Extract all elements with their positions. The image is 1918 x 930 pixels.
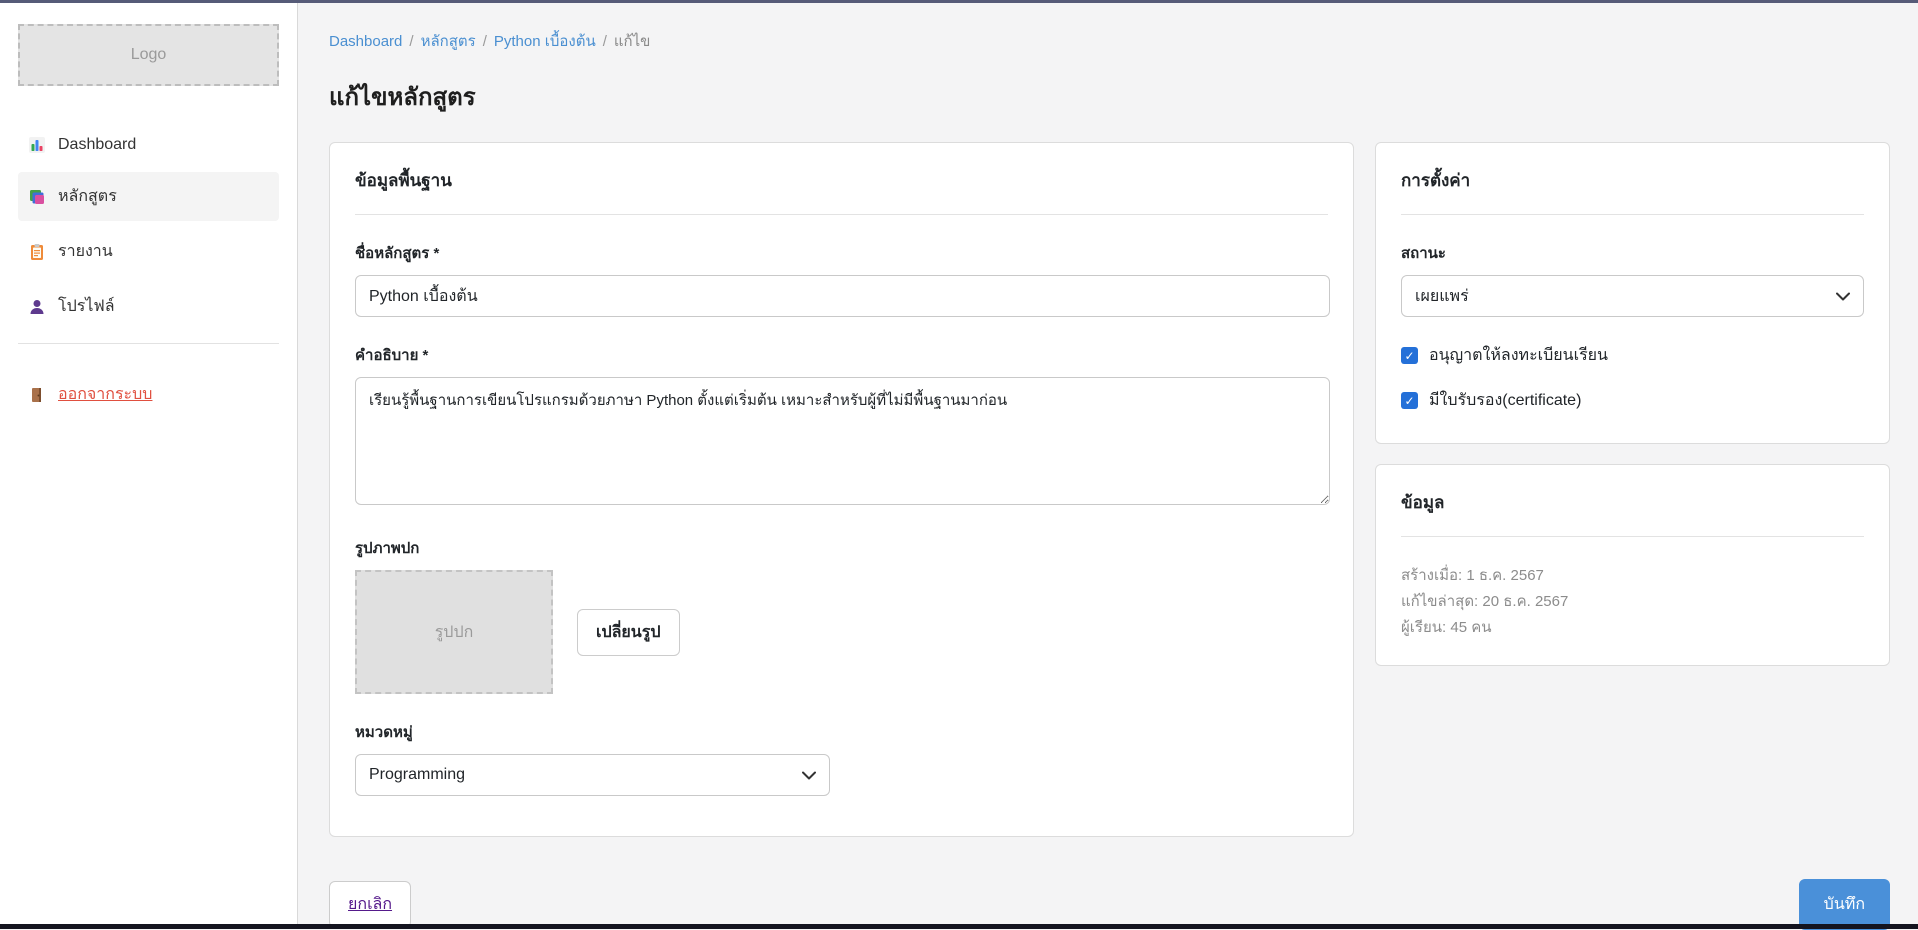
status-field-group: สถานะ เผยแพร่ <box>1401 241 1864 317</box>
chevron-down-icon <box>802 771 816 780</box>
description-label: คำอธิบาย * <box>355 343 1328 367</box>
person-icon <box>28 298 46 316</box>
status-select-value: เผยแพร่ <box>1415 284 1469 309</box>
books-icon <box>28 188 46 206</box>
sidebar-item-reports[interactable]: รายงาน <box>18 227 279 276</box>
category-field-group: หมวดหมู่ Programming <box>355 720 1328 796</box>
logo-placeholder: Logo <box>18 24 279 86</box>
app-root: Logo Dashboard หลักสูตร รายงาน <box>0 3 1918 924</box>
course-name-field-group: ชื่อหลักสูตร * <box>355 241 1328 317</box>
certificate-label[interactable]: มีใบรับรอง(certificate) <box>1429 388 1581 413</box>
category-select[interactable]: Programming <box>355 754 830 796</box>
sidebar-item-label: Dashboard <box>58 136 136 154</box>
breadcrumb-separator: / <box>483 33 487 50</box>
sidebar-item-label: รายงาน <box>58 239 113 264</box>
checkbox-checked-icon[interactable] <box>1401 392 1418 409</box>
right-column: การตั้งค่า สถานะ เผยแพร่ อนุญาตให้ลงทะเบ <box>1375 142 1890 666</box>
card-divider <box>1401 536 1864 537</box>
card-divider <box>355 214 1328 215</box>
change-image-button-label: เปลี่ยนรูป <box>596 620 661 645</box>
door-icon <box>28 386 46 404</box>
logo-text: Logo <box>131 46 167 64</box>
cancel-button[interactable]: ยกเลิก <box>329 881 411 928</box>
sidebar-item-courses[interactable]: หลักสูตร <box>18 172 279 221</box>
settings-card-title: การตั้งค่า <box>1401 167 1864 194</box>
sidebar-item-logout[interactable]: ออกจากระบบ <box>18 370 279 419</box>
description-field-group: คำอธิบาย * เรียนรู้พื้นฐานการเขียนโปรแกร… <box>355 343 1328 510</box>
breadcrumb-separator: / <box>409 33 413 50</box>
breadcrumb-link-courses[interactable]: หลักสูตร <box>421 33 476 50</box>
cancel-button-label: ยกเลิก <box>348 892 392 917</box>
sidebar-item-dashboard[interactable]: Dashboard <box>18 124 279 166</box>
form-actions: ยกเลิก บันทึก <box>329 879 1890 930</box>
clipboard-icon <box>28 243 46 261</box>
status-select[interactable]: เผยแพร่ <box>1401 275 1864 317</box>
sidebar-nav: Dashboard หลักสูตร รายงาน โปรไฟล์ <box>18 124 279 419</box>
sidebar: Logo Dashboard หลักสูตร รายงาน <box>0 3 298 924</box>
cover-image-label: รูปภาพปก <box>355 536 1328 560</box>
course-name-input[interactable] <box>355 275 1330 317</box>
updated-date-line: แก้ไขล่าสุด: 20 ธ.ค. 2567 <box>1401 589 1864 615</box>
info-card-title: ข้อมูล <box>1401 489 1864 516</box>
card-divider <box>1401 214 1864 215</box>
basic-info-card-title: ข้อมูลพื้นฐาน <box>355 167 1328 194</box>
change-image-button[interactable]: เปลี่ยนรูป <box>577 609 680 656</box>
status-label: สถานะ <box>1401 241 1864 265</box>
sidebar-item-label: หลักสูตร <box>58 184 117 209</box>
breadcrumb-link-dashboard[interactable]: Dashboard <box>329 33 402 50</box>
main-area: Dashboard / หลักสูตร / Python เบื้องต้น / แก้ไ… <box>298 3 1918 924</box>
chevron-down-icon <box>1836 292 1850 301</box>
save-button[interactable]: บันทึก <box>1799 879 1890 930</box>
student-count-line: ผู้เรียน: 45 คน <box>1401 615 1864 641</box>
cover-image-field-group: รูปภาพปก รูปปก เปลี่ยนรูป <box>355 536 1328 694</box>
checkbox-checked-icon[interactable] <box>1401 347 1418 364</box>
breadcrumb: Dashboard / หลักสูตร / Python เบื้องต้น / แก้ไ… <box>329 29 1890 53</box>
basic-info-card: ข้อมูลพื้นฐาน ชื่อหลักสูตร * คำอธิบาย * … <box>329 142 1354 837</box>
allow-enrollment-label[interactable]: อนุญาตให้ลงทะเบียนเรียน <box>1429 343 1608 368</box>
category-label: หมวดหมู่ <box>355 720 1328 744</box>
category-select-value: Programming <box>369 766 465 784</box>
info-card: ข้อมูล สร้างเมื่อ: 1 ธ.ค. 2567 แก้ไขล่าส… <box>1375 464 1890 666</box>
logout-label: ออกจากระบบ <box>58 382 152 407</box>
page-title: แก้ไขหลักสูตร <box>329 77 1890 116</box>
created-date-line: สร้างเมื่อ: 1 ธ.ค. 2567 <box>1401 563 1864 589</box>
sidebar-item-label: โปรไฟล์ <box>58 294 115 319</box>
settings-card: การตั้งค่า สถานะ เผยแพร่ อนุญาตให้ลงทะเบ <box>1375 142 1890 444</box>
course-name-label: ชื่อหลักสูตร * <box>355 241 1328 265</box>
cover-image-placeholder-text: รูปปก <box>435 620 474 645</box>
save-button-label: บันทึก <box>1824 892 1865 917</box>
sidebar-divider <box>18 343 279 344</box>
window-bottom-edge <box>0 924 1918 929</box>
breadcrumb-separator: / <box>603 33 607 50</box>
breadcrumb-current: แก้ไข <box>614 33 651 50</box>
breadcrumb-link-course[interactable]: Python เบื้องต้น <box>494 33 596 50</box>
certificate-checkbox-row[interactable]: มีใบรับรอง(certificate) <box>1401 388 1864 413</box>
sidebar-item-profile[interactable]: โปรไฟล์ <box>18 282 279 331</box>
description-textarea[interactable]: เรียนรู้พื้นฐานการเขียนโปรแกรมด้วยภาษา P… <box>355 377 1330 505</box>
allow-enrollment-checkbox-row[interactable]: อนุญาตให้ลงทะเบียนเรียน <box>1401 343 1864 368</box>
cover-image-placeholder: รูปปก <box>355 570 553 694</box>
bar-chart-icon <box>28 136 46 154</box>
